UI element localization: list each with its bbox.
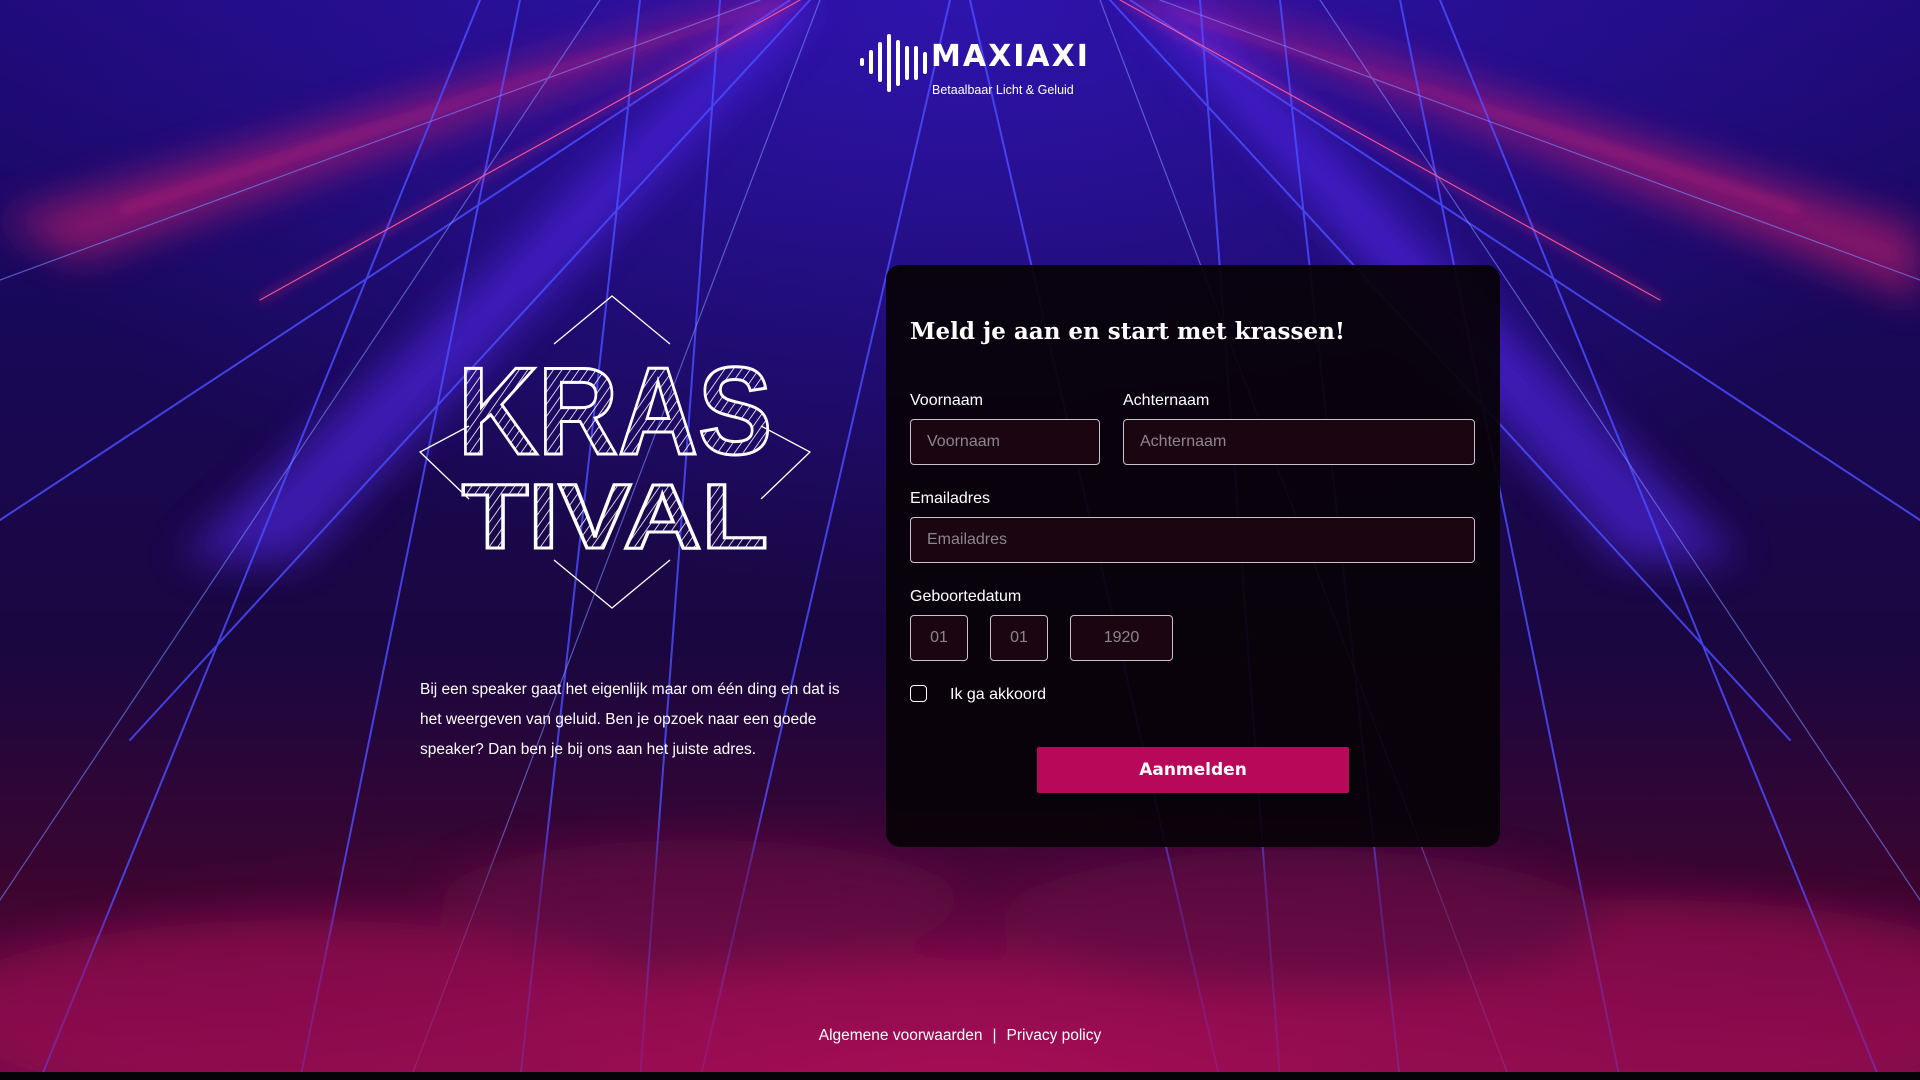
brand-logo[interactable]: MAXIAXI Betaalbaar Licht & Geluid (858, 32, 1088, 100)
agree-label[interactable]: Ik ga akkoord (950, 687, 1046, 703)
signup-title: Meld je aan en start met krassen! (910, 318, 1345, 345)
agree-checkbox[interactable] (910, 685, 927, 702)
birth-month-input[interactable] (990, 615, 1048, 661)
intro-text: Bij een speaker gaat het eigenlijk maar … (420, 680, 840, 758)
birth-year-input[interactable] (1070, 615, 1173, 661)
brand-tagline: Betaalbaar Licht & Geluid (932, 83, 1074, 97)
krastival-logo: KRAS TIVAL (418, 295, 812, 609)
signup-card: Meld je aan en start met krassen! Voorna… (886, 265, 1500, 847)
sound-wave-icon (860, 34, 927, 92)
birthdate-label: Geboortedatum (910, 588, 1022, 605)
bottom-strip (0, 1072, 1920, 1080)
birth-day-input[interactable] (910, 615, 968, 661)
last-name-label: Achternaam (1123, 392, 1210, 409)
brand-name: MAXIAXI (931, 39, 1090, 74)
email-input[interactable] (910, 517, 1475, 563)
last-name-input[interactable] (1123, 419, 1475, 465)
first-name-input[interactable] (910, 419, 1100, 465)
first-name-label: Voornaam (910, 392, 983, 409)
logo-line-tival: TIVAL (462, 466, 768, 568)
footer: Algemene voorwaarden | Privacy policy (0, 1026, 1920, 1046)
footer-separator: | (992, 1027, 997, 1044)
terms-link[interactable]: Algemene voorwaarden (819, 1027, 983, 1044)
privacy-link[interactable]: Privacy policy (1007, 1027, 1102, 1044)
logo-line-kras: KRAS (458, 343, 772, 481)
email-label: Emailadres (910, 490, 991, 507)
signup-submit-button[interactable]: Aanmelden (1037, 747, 1349, 793)
